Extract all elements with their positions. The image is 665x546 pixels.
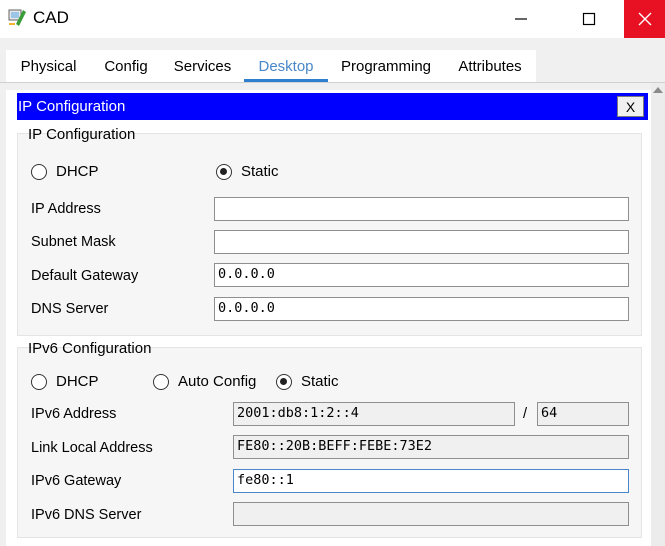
radio-label: DHCP <box>56 163 99 180</box>
ipv6-address-label: IPv6 Address <box>31 406 117 422</box>
tab-divider <box>0 82 665 83</box>
ipv6-gateway-input[interactable]: fe80::1 <box>233 469 629 493</box>
dns-server-label: DNS Server <box>31 301 109 317</box>
link-local-address-input[interactable]: FE80::20B:BEFF:FEBE:73E2 <box>233 435 629 459</box>
close-window-button[interactable] <box>624 0 665 38</box>
ip-address-input[interactable] <box>214 197 629 221</box>
panel-close-button[interactable]: X <box>617 96 644 117</box>
packet-tracer-app-icon <box>8 9 26 26</box>
tab-desktop[interactable]: Desktop <box>244 50 328 82</box>
radio-on-icon <box>216 163 232 180</box>
window-titlebar: CAD <box>0 0 665 38</box>
ipv6-prefix-length-input[interactable]: 64 <box>537 402 629 426</box>
ipv6-static-radio[interactable]: Static <box>276 373 339 390</box>
ipv6-address-input[interactable]: 2001:db8:1:2::4 <box>233 402 515 426</box>
ipv4-dhcp-radio[interactable]: DHCP <box>31 163 99 180</box>
ipv6-auto-config-radio[interactable]: Auto Config <box>153 373 256 390</box>
radio-label: DHCP <box>56 373 99 390</box>
ipv4-group-title: IP Configuration <box>28 126 136 143</box>
radio-label: Auto Config <box>178 373 257 390</box>
ipv6-dns-server-input[interactable] <box>233 502 629 526</box>
ipv6-group-title: IPv6 Configuration <box>28 340 152 357</box>
minimize-button[interactable] <box>494 0 548 38</box>
tab-config[interactable]: Config <box>91 50 161 82</box>
default-gateway-label: Default Gateway <box>31 268 139 284</box>
radio-off-icon <box>31 163 47 180</box>
ipv4-static-radio[interactable]: Static <box>216 163 279 180</box>
ip-configuration-header: IP Configuration X <box>17 93 648 120</box>
tab-programming[interactable]: Programming <box>328 50 444 82</box>
panel-title: IP Configuration <box>18 98 126 115</box>
tab-attributes[interactable]: Attributes <box>444 50 536 82</box>
radio-on-icon <box>276 373 292 390</box>
subnet-mask-label: Subnet Mask <box>31 234 116 250</box>
ipv6-dns-server-label: IPv6 DNS Server <box>31 507 142 523</box>
radio-label: Static <box>241 163 279 180</box>
maximize-icon <box>582 12 596 26</box>
tab-services[interactable]: Services <box>161 50 244 82</box>
radio-off-icon <box>153 373 169 390</box>
window-title: CAD <box>33 8 69 27</box>
prefix-separator: / <box>523 406 528 422</box>
link-local-address-label: Link Local Address <box>31 440 153 456</box>
default-gateway-input[interactable]: 0.0.0.0 <box>214 263 629 287</box>
radio-label: Static <box>301 373 339 390</box>
radio-off-icon <box>31 373 47 390</box>
close-icon <box>638 12 651 26</box>
ipv6-dhcp-radio[interactable]: DHCP <box>31 373 99 390</box>
maximize-button[interactable] <box>562 0 616 38</box>
scroll-up-arrow-icon[interactable] <box>653 87 663 93</box>
tab-bar: Physical Config Services Desktop Program… <box>6 50 536 82</box>
desktop-content: IP Configuration X IP Configuration DHCP… <box>6 90 651 546</box>
ip-address-label: IP Address <box>31 201 101 217</box>
dns-server-input[interactable]: 0.0.0.0 <box>214 297 629 321</box>
ipv6-gateway-label: IPv6 Gateway <box>31 473 122 489</box>
tab-physical[interactable]: Physical <box>6 50 91 82</box>
vertical-scrollbar[interactable] <box>651 83 665 546</box>
minimize-icon <box>515 18 527 20</box>
subnet-mask-input[interactable] <box>214 230 629 254</box>
